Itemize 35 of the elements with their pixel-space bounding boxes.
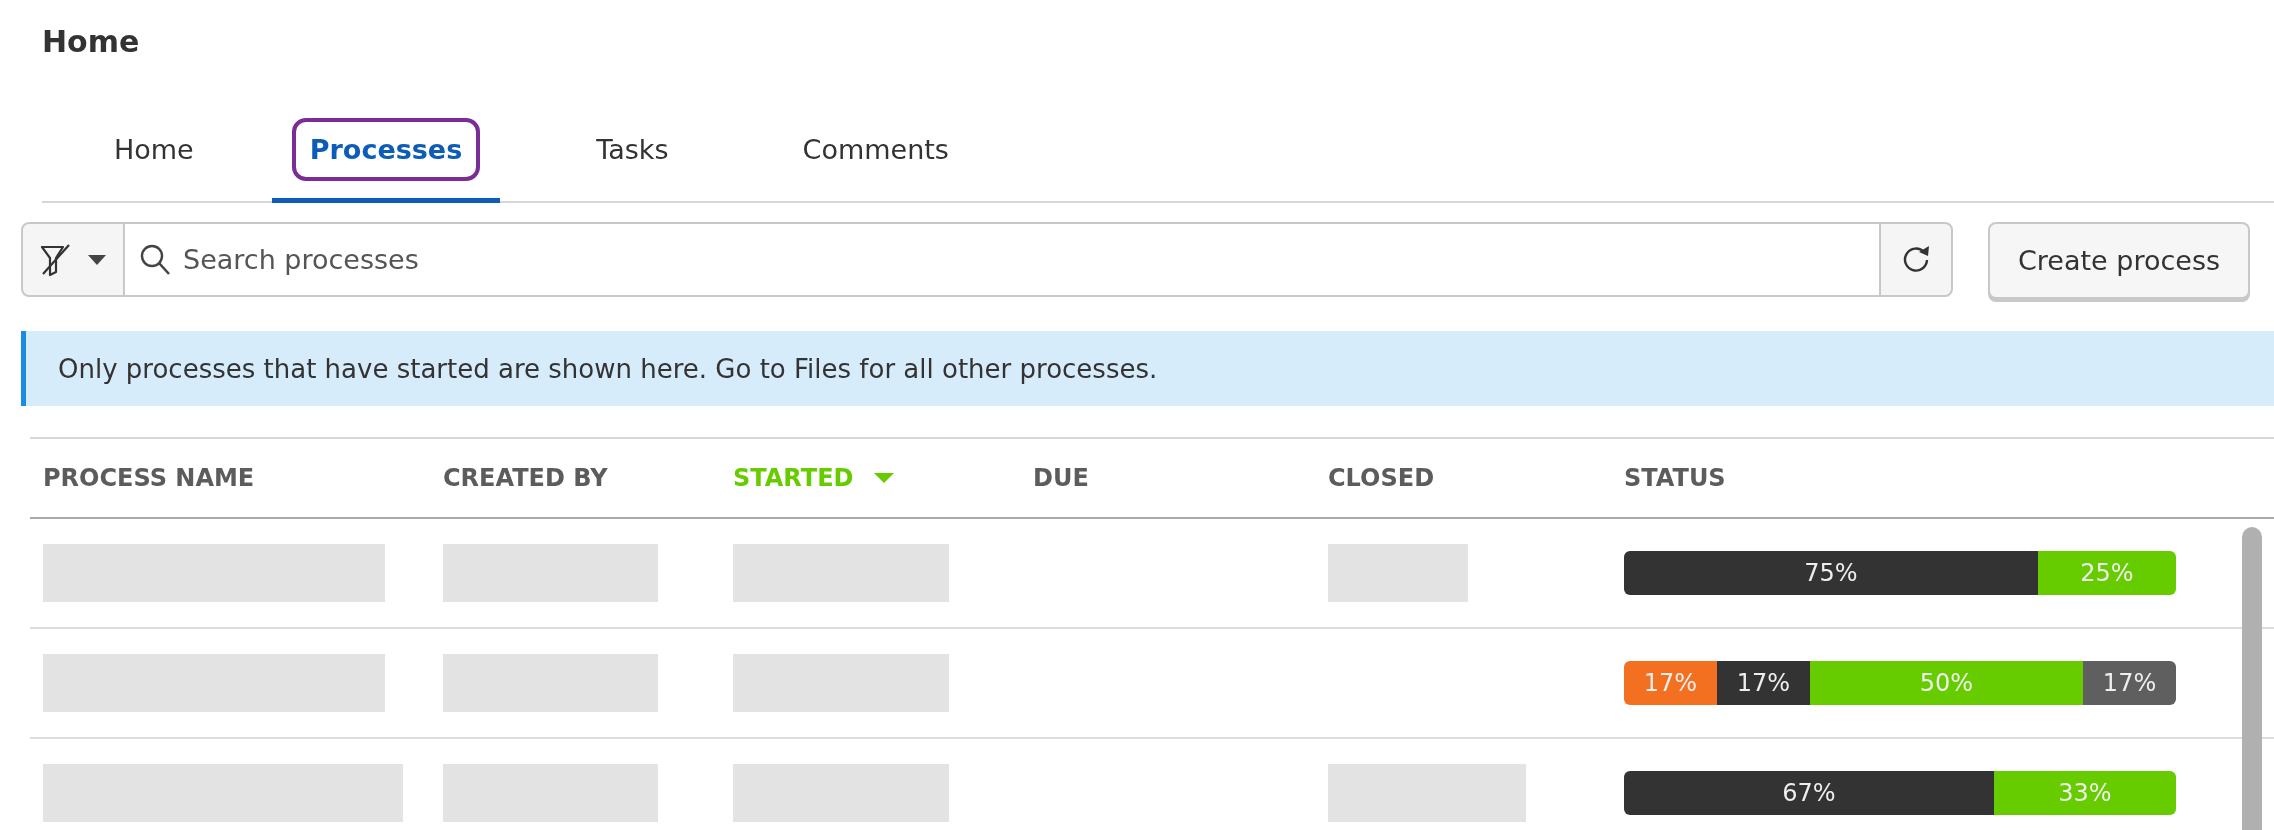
search-field[interactable]: Search processes: [125, 222, 1879, 297]
sort-caret-icon: [873, 472, 896, 484]
tab[interactable]: Comments: [764, 100, 987, 203]
focus-ring: Home: [113, 132, 195, 167]
refresh-button[interactable]: [1879, 222, 1953, 297]
column-header[interactable]: DUE: [1033, 464, 1089, 492]
scrollbar[interactable]: [2242, 527, 2262, 830]
column-header[interactable]: PROCESS NAME: [43, 464, 255, 492]
column-header[interactable]: CREATED BY: [443, 464, 608, 492]
tab[interactable]: Home: [76, 100, 232, 203]
create-process-button[interactable]: Create process: [1988, 222, 2250, 299]
focus-ring: Tasks: [595, 132, 670, 167]
table-row[interactable]: 75% 25%: [30, 519, 2274, 629]
filter-button[interactable]: [21, 222, 125, 297]
table-row[interactable]: 67% 33%: [30, 739, 2274, 830]
info-banner: Only processes that have started are shown here. Go to Files for all other processes.: [21, 331, 2274, 406]
tab[interactable]: Tasks: [558, 100, 707, 203]
status-segment: 25%: [2038, 551, 2176, 595]
column-header[interactable]: STATUS: [1624, 464, 1726, 492]
table-row[interactable]: 17% 17% 50% 17%: [30, 629, 2274, 739]
focus-ring: Processes: [291, 117, 481, 181]
status-segment: 50%: [1809, 661, 2084, 705]
focus-ring: Comments: [801, 132, 950, 167]
caret-icon: [87, 253, 107, 266]
search-icon: [139, 242, 171, 277]
search-input[interactable]: Search processes: [181, 243, 1879, 276]
page-title: Home: [41, 23, 141, 61]
status-segment: 17%: [2083, 661, 2176, 705]
status-segment: 67%: [1624, 771, 1994, 815]
status-segment: 17%: [1716, 661, 1810, 705]
tab[interactable]: Processes: [271, 100, 501, 203]
status-segment: 17%: [1624, 661, 1717, 705]
status-segment: 75%: [1624, 551, 2038, 595]
column-header[interactable]: CLOSED: [1328, 464, 1435, 492]
status-segment: 33%: [1993, 771, 2176, 815]
